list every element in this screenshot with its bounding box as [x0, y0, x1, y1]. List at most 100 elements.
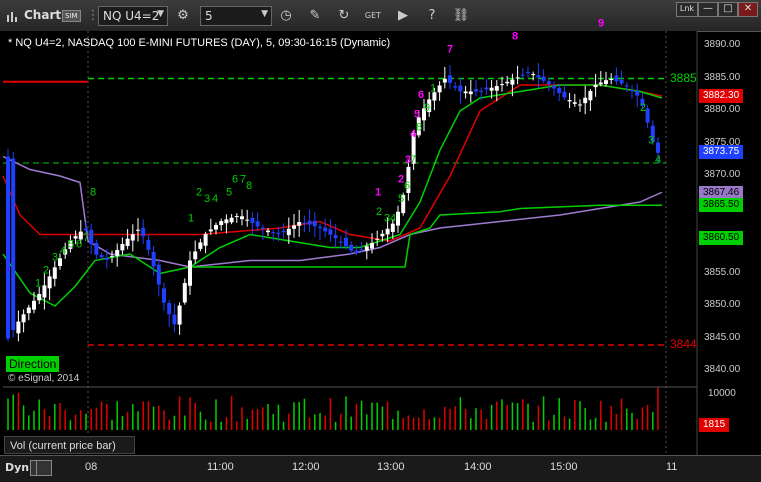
candle-body: [193, 251, 198, 260]
candle-body: [630, 90, 634, 92]
candle-body: [328, 229, 333, 235]
candle-body: [208, 229, 213, 232]
candle-body: [578, 104, 582, 106]
setup-count-green: 1: [188, 213, 194, 225]
candle-body: [172, 314, 177, 325]
time-tick-label: 13:00: [377, 461, 405, 473]
setup-count-magenta: 3: [405, 154, 411, 166]
candle-body: [162, 288, 166, 303]
candle-body: [536, 75, 541, 78]
candle-body: [370, 242, 374, 249]
candle-body: [260, 227, 265, 229]
setup-count-green: 8: [90, 187, 96, 199]
candle-body: [557, 87, 562, 93]
time-tick-label: 14:00: [464, 461, 492, 473]
dyn-settings-button[interactable]: [36, 460, 52, 476]
setup-count-magenta: 1: [375, 187, 381, 199]
candle-body: [572, 102, 577, 104]
setup-count-magenta: 5: [414, 109, 420, 121]
setup-count-green: 9: [424, 102, 430, 114]
candle-body: [52, 267, 57, 279]
level-label: 3885: [670, 70, 697, 85]
price-chart[interactable]: 12345 678123 456 7823 4567891234123456789: [0, 0, 761, 481]
candle-body: [344, 237, 348, 247]
candle-body: [479, 90, 484, 92]
time-tick-label: 08: [85, 461, 98, 473]
candle-body: [489, 87, 494, 91]
candle-body: [286, 228, 291, 236]
candle-body: [442, 78, 447, 83]
time-axis-footer: Dyn 08 11:00 12:00 13:00 14:00 15:00 11: [0, 455, 761, 482]
candle-body: [219, 221, 224, 226]
setup-count-green: 6: [76, 239, 82, 251]
setup-count-green: 1: [430, 83, 436, 95]
candle-body: [567, 99, 572, 102]
candle-body: [37, 294, 42, 301]
time-tick-label: 11: [666, 461, 678, 473]
price-tag: 3873.75: [699, 144, 744, 159]
candle-body: [32, 300, 36, 310]
setup-count-magenta: 8: [512, 31, 518, 43]
candle-body: [500, 84, 504, 86]
setup-count-green: 2: [640, 102, 646, 114]
candle-body: [21, 314, 26, 323]
setup-count-green: 5: [68, 239, 74, 251]
candle-body: [120, 243, 125, 251]
price-tick-label: 3845.00: [704, 331, 741, 343]
candle-body: [463, 91, 468, 94]
candle-body: [84, 228, 88, 231]
candle-body: [266, 230, 270, 233]
setup-count-green: 5: [226, 187, 232, 199]
price-tick-label: 3870.00: [704, 169, 741, 180]
setup-count-green: 4: [60, 245, 66, 257]
candle-body: [240, 216, 244, 220]
direction-label[interactable]: Direction: [6, 356, 60, 372]
candle-body: [136, 229, 140, 231]
candle-body: [110, 255, 114, 257]
candle-body: [593, 84, 598, 88]
candle-body: [614, 75, 619, 82]
candle-body: [151, 252, 156, 267]
candle-body: [494, 86, 499, 91]
candle-body: [177, 305, 182, 325]
setup-count-green: 4: [390, 213, 396, 225]
setup-count-green: 3: [52, 252, 58, 264]
candle-body: [385, 228, 390, 235]
candle-body: [323, 227, 328, 232]
candle-body: [104, 257, 109, 260]
candle-body: [182, 283, 187, 303]
time-tick-label: 15:00: [550, 461, 578, 473]
candle-body: [619, 79, 624, 84]
candle-body: [146, 240, 151, 250]
price-tag: 3865.50: [699, 198, 744, 213]
candle-body: [255, 221, 260, 227]
candle-body: [354, 250, 359, 254]
candle-body: [546, 81, 551, 85]
time-tick-label: 12:00: [292, 461, 320, 473]
volume-tag: 1815: [699, 418, 730, 432]
setup-count-green: 4: [655, 154, 661, 166]
price-tick-label: 3890.00: [704, 39, 741, 50]
price-tick-label: 3855.00: [704, 266, 741, 278]
candle-body: [312, 220, 317, 227]
candle-body: [281, 230, 286, 233]
volume-label[interactable]: Vol (current price bar): [4, 436, 135, 454]
volume-axis-label: 10000: [708, 388, 736, 399]
candle-body: [250, 217, 255, 224]
candle-body: [6, 156, 10, 339]
candle-body: [598, 82, 603, 85]
candle-body: [125, 238, 130, 247]
candle-body: [624, 85, 629, 87]
candle-body: [583, 97, 588, 104]
setup-count-green: 2: [376, 206, 382, 218]
candle-body: [167, 302, 172, 315]
candle-body: [510, 79, 515, 85]
candle-body: [552, 85, 556, 89]
candle-body: [474, 89, 478, 92]
candle-body: [635, 90, 640, 96]
setup-count-green: 6: [232, 174, 238, 186]
candle-body: [453, 86, 458, 88]
price-tag: 3882.30: [699, 89, 744, 104]
chart-info: * NQ U4=2, NASDAQ 100 E-MINI FUTURES (DA…: [8, 37, 391, 49]
candle-body: [526, 72, 530, 74]
